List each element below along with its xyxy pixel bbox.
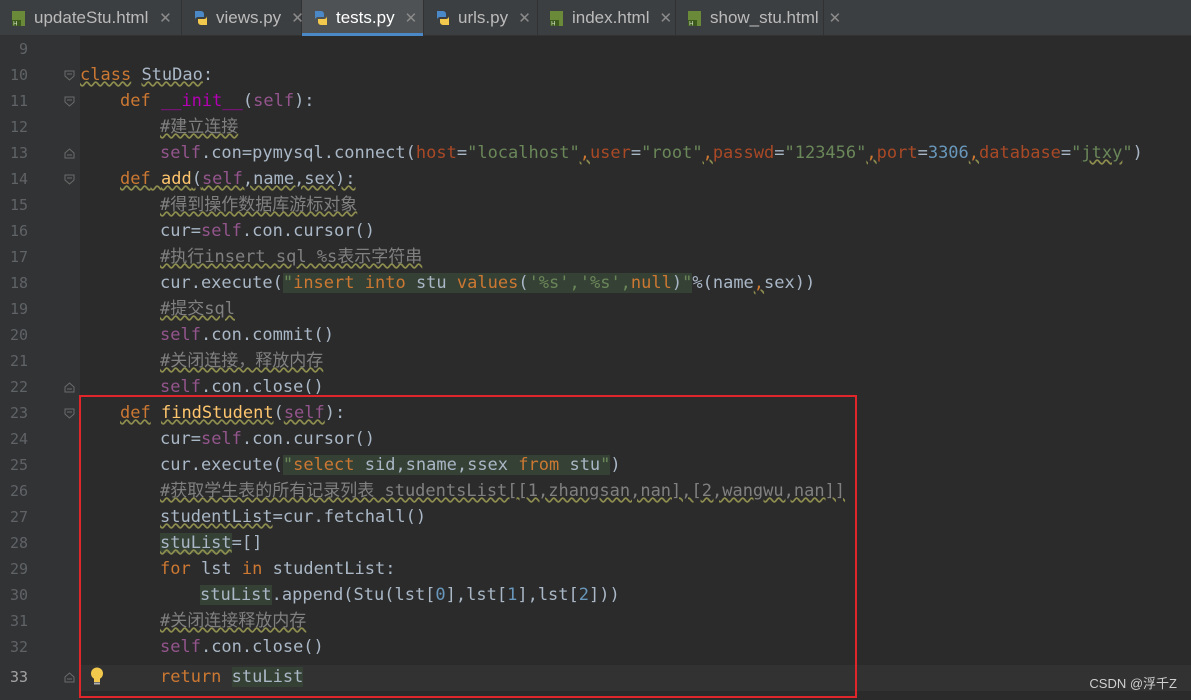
- html-file-icon: H: [686, 9, 704, 28]
- tab-label: index.html: [572, 8, 650, 27]
- line-number: 13: [9, 144, 28, 162]
- code-line-11: def __init__(self):: [120, 91, 315, 111]
- python-file-icon: [192, 9, 210, 27]
- code-line-21: #关闭连接，释放内存: [160, 351, 324, 371]
- html-file-icon: H: [10, 9, 28, 28]
- code-line-17: #执行insert sql %s表示字符串: [160, 247, 423, 267]
- tab-urls-py[interactable]: urls.py ✕: [424, 0, 538, 36]
- line-number-gutter: 9 10 11 12 13 14 15 16 17 18 19 20 21 22 23 24 25 26 27 28 2…: [0, 36, 80, 700]
- code-line-18: cur.execute("insert into stu values('%s'…: [160, 273, 816, 293]
- svg-text:H: H: [689, 21, 694, 28]
- line-number: 17: [9, 248, 28, 266]
- svg-text:H: H: [13, 21, 18, 28]
- line-number: 33: [9, 668, 28, 686]
- code-fold-icon[interactable]: [64, 96, 75, 107]
- tab-show-stu-html[interactable]: Hshow_stu.html ✕: [676, 0, 841, 36]
- code-fold-icon[interactable]: [64, 382, 75, 393]
- editor-tab-bar: HupdateStu.html ✕ views.py ✕ tests.py ✕ urls.p…: [0, 0, 1191, 36]
- line-number: 9: [18, 40, 28, 58]
- html-file-icon: H: [548, 9, 566, 28]
- code-line-12: #建立连接: [160, 117, 239, 137]
- line-number: 18: [9, 274, 28, 292]
- line-number: 31: [9, 612, 28, 630]
- code-line-13: self.con=pymysql.connect(host="localhost…: [160, 143, 1143, 163]
- code-fold-icon[interactable]: [64, 672, 75, 683]
- code-fold-icon[interactable]: [64, 408, 75, 419]
- code-line-20: self.con.commit(): [160, 325, 335, 345]
- tab-label: urls.py: [458, 8, 509, 27]
- tab-label: tests.py: [336, 8, 395, 27]
- tab-updatestu-html[interactable]: HupdateStu.html ✕: [0, 0, 182, 36]
- line-number: 23: [9, 404, 28, 422]
- svg-text:H: H: [551, 21, 556, 28]
- code-fold-icon[interactable]: [64, 70, 75, 81]
- line-number: 20: [9, 326, 28, 344]
- line-number: 26: [9, 482, 28, 500]
- watermark: CSDN @浮千Z: [1089, 676, 1177, 691]
- line-number: 16: [9, 222, 28, 240]
- python-file-icon: [434, 9, 452, 27]
- line-number: 27: [9, 508, 28, 526]
- python-file-icon: [312, 9, 330, 27]
- close-icon[interactable]: ✕: [158, 9, 172, 27]
- code-line-19: #提交sql: [160, 299, 235, 319]
- line-number: 29: [9, 560, 28, 578]
- tab-label: views.py: [216, 8, 282, 27]
- code-line-14: def add(self,name,sex):: [120, 169, 356, 189]
- line-number: 11: [9, 92, 28, 110]
- line-number: 14: [9, 170, 28, 188]
- close-icon[interactable]: ✕: [829, 9, 842, 27]
- code-line-15: #得到操作数据库游标对象: [160, 195, 358, 215]
- code-line-16: cur=self.con.cursor(): [160, 221, 375, 241]
- line-number: 32: [9, 638, 28, 656]
- red-highlight-box: [79, 395, 857, 698]
- close-icon[interactable]: ✕: [518, 9, 531, 27]
- line-number: 12: [9, 118, 28, 136]
- code-fold-icon[interactable]: [64, 174, 75, 185]
- line-number: 10: [9, 66, 28, 84]
- line-number: 22: [9, 378, 28, 396]
- tab-label: updateStu.html: [34, 8, 149, 27]
- line-number: 30: [9, 586, 28, 604]
- close-icon[interactable]: ✕: [405, 9, 418, 27]
- tab-label: show_stu.html: [710, 8, 819, 27]
- line-number: 15: [9, 196, 28, 214]
- tab-index-html[interactable]: Hindex.html ✕: [538, 0, 676, 36]
- code-line-10: class StuDao:: [80, 65, 214, 85]
- tab-tests-py[interactable]: tests.py ✕: [302, 0, 424, 36]
- line-number: 19: [9, 300, 28, 318]
- code-fold-icon[interactable]: [64, 148, 75, 159]
- line-number: 24: [9, 430, 28, 448]
- line-number: 25: [9, 456, 28, 474]
- tab-views-py[interactable]: views.py ✕: [182, 0, 304, 36]
- line-number: 21: [9, 352, 28, 370]
- close-icon[interactable]: ✕: [659, 9, 672, 27]
- lightbulb-icon[interactable]: [88, 666, 106, 686]
- line-number: 28: [9, 534, 28, 552]
